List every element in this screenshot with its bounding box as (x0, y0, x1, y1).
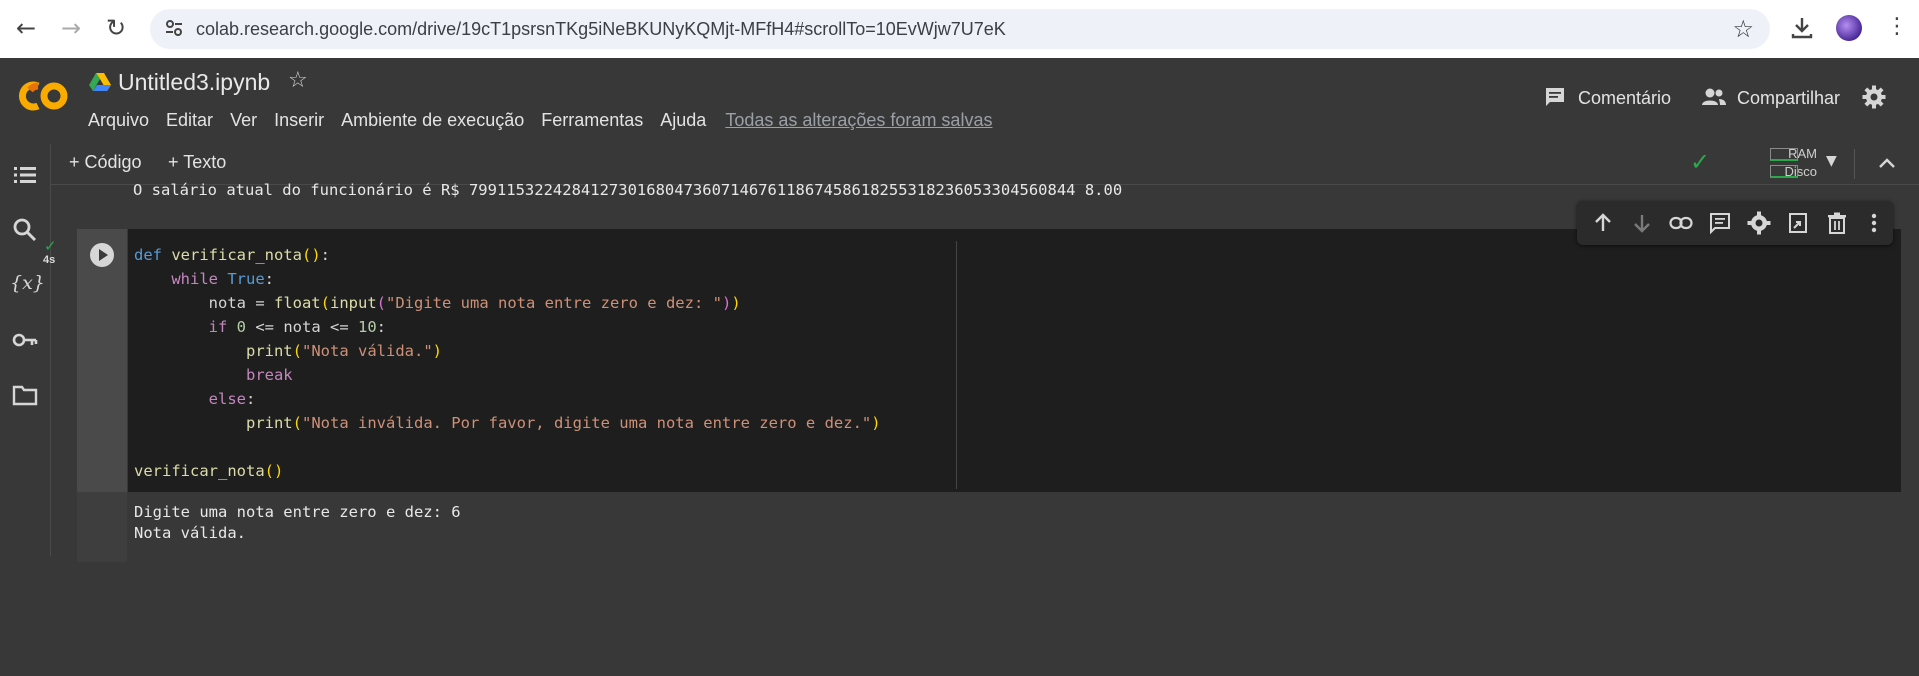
output-text: Digite uma nota entre zero e dez: 6 Nota… (134, 502, 461, 544)
menu-arquivo[interactable]: Arquivo (88, 110, 149, 131)
execution-success-icon: ✓ (44, 237, 57, 255)
output-line: Digite uma nota entre zero e dez: 6 (134, 503, 461, 521)
bookmark-star-icon[interactable]: ☆ (1732, 15, 1754, 43)
variables-icon[interactable]: {x} (10, 270, 45, 296)
add-code-button[interactable]: + Código (69, 152, 142, 173)
move-up-icon[interactable] (1591, 211, 1615, 235)
left-sidebar: {x} (0, 144, 51, 556)
settings-gear-icon[interactable] (1862, 85, 1886, 109)
comment-button[interactable]: Comentário (1578, 88, 1671, 109)
colab-logo-icon[interactable] (16, 78, 72, 114)
search-icon[interactable] (12, 217, 38, 243)
menu-bar: Arquivo Editar Ver Inserir Ambiente de e… (88, 110, 1009, 131)
notebook-title[interactable]: Untitled3.ipynb (118, 69, 270, 96)
connected-check-icon[interactable]: ✓ (1690, 148, 1710, 176)
back-arrow-icon[interactable]: ← (12, 14, 40, 42)
browser-menu-icon[interactable]: ⋮ (1886, 14, 1908, 39)
share-button[interactable]: Compartilhar (1737, 88, 1840, 109)
output-line: Nota válida. (134, 524, 246, 542)
code-line: print("Nota válida.") (245, 342, 442, 360)
code-line: print("Nota inválida. Por favor, digite … (245, 414, 881, 432)
files-folder-icon[interactable] (12, 382, 38, 408)
add-text-button[interactable]: + Texto (168, 152, 226, 173)
more-icon[interactable] (1862, 211, 1886, 235)
star-notebook-icon[interactable]: ☆ (288, 68, 308, 93)
google-drive-icon[interactable] (89, 72, 111, 92)
menu-inserir[interactable]: Inserir (274, 110, 324, 131)
code-line: verificar_nota() (134, 462, 284, 480)
profile-avatar[interactable] (1836, 15, 1862, 41)
code-line: def verificar_nota(): (134, 246, 331, 264)
line-length-ruler (956, 241, 957, 489)
delete-icon[interactable] (1825, 211, 1849, 235)
runtime-dropdown-icon[interactable]: ▼ (1826, 153, 1837, 169)
code-line: nota = float(input("Digite uma nota entr… (134, 294, 741, 312)
code-line: else: (208, 390, 256, 408)
site-info-icon[interactable] (164, 18, 184, 38)
secrets-key-icon[interactable] (12, 327, 38, 353)
browser-toolbar: ← → ↻ colab.research.google.com/drive/19… (0, 0, 1919, 58)
forward-arrow-icon[interactable]: → (57, 14, 85, 42)
output-gutter (77, 492, 127, 562)
collapse-chevron-up-icon[interactable] (1876, 153, 1898, 175)
code-line: while True: (171, 270, 275, 288)
move-down-icon[interactable] (1630, 211, 1654, 235)
save-status-link[interactable]: Todas as alterações foram salvas (725, 110, 992, 131)
download-icon[interactable] (1788, 14, 1816, 42)
menu-ver[interactable]: Ver (230, 110, 257, 131)
toolbar-divider (1854, 149, 1855, 179)
cell-output: Digite uma nota entre zero e dez: 6 Nota… (77, 492, 1901, 562)
reload-icon[interactable]: ↻ (102, 14, 130, 42)
comment-icon[interactable] (1708, 211, 1732, 235)
code-line: break (245, 366, 293, 384)
code-editor[interactable]: def verificar_nota(): while True: nota =… (128, 229, 1901, 492)
share-people-icon[interactable] (1701, 85, 1727, 109)
mirror-tab-icon[interactable] (1786, 211, 1810, 235)
cell-toolbar (1577, 201, 1893, 245)
code-cell[interactable]: ✓ 4s def verificar_nota(): while True: n… (43, 229, 1901, 676)
link-icon[interactable] (1669, 211, 1693, 235)
previous-cell-output: O salário atual do funcionário é R$ 7991… (133, 181, 1123, 199)
settings-icon[interactable] (1747, 211, 1771, 235)
execution-time: 4s (43, 254, 56, 266)
cell-gutter (77, 229, 127, 492)
colab-header: Untitled3.ipynb ☆ Arquivo Editar Ver Ins… (0, 58, 1919, 144)
comment-icon[interactable] (1543, 85, 1567, 109)
notebook-toolbar: + Código + Texto ✓ RAM Disco ▼ (51, 144, 1919, 185)
menu-ajuda[interactable]: Ajuda (660, 110, 706, 131)
menu-ferramentas[interactable]: Ferramentas (541, 110, 643, 131)
menu-ambiente-de-execucao[interactable]: Ambiente de execução (341, 110, 524, 131)
code-line: if 0 <= nota <= 10: (208, 318, 387, 336)
run-cell-button[interactable] (90, 243, 114, 267)
url-text[interactable]: colab.research.google.com/drive/19cT1psr… (196, 19, 1006, 40)
address-bar[interactable]: colab.research.google.com/drive/19cT1psr… (150, 9, 1770, 49)
disk-usage-bar[interactable] (1770, 165, 1798, 178)
table-of-contents-icon[interactable] (12, 162, 38, 188)
menu-editar[interactable]: Editar (166, 110, 213, 131)
code-text[interactable]: def verificar_nota(): while True: nota =… (134, 243, 881, 483)
ram-usage-bar[interactable] (1770, 148, 1798, 161)
